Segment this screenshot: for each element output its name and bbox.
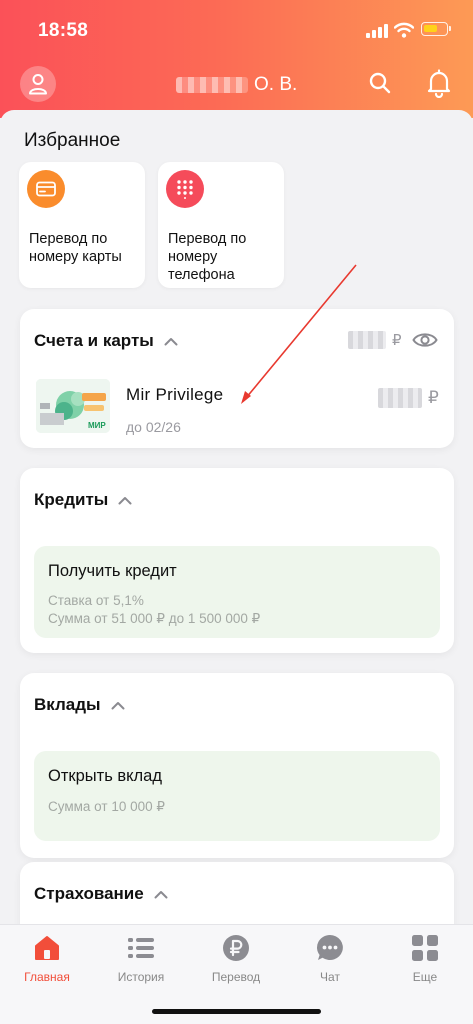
tab-label: Еще [412,970,438,984]
tab-transfer[interactable]: Перевод [196,933,276,987]
tab-history[interactable]: История [101,933,181,987]
chat-icon [317,935,343,960]
search-icon[interactable] [367,70,393,96]
grid-icon [412,935,438,961]
cellular-signal-icon [366,24,388,38]
offer-rate: Ставка от 5,1% [48,593,144,608]
tab-label: Чат [320,970,340,984]
tab-chat[interactable]: Чат [290,933,370,987]
insurance-panel: Страхование [20,862,454,924]
tab-home[interactable]: Главная [7,933,87,987]
annotation-arrow [241,264,357,404]
wifi-icon [394,22,414,38]
status-bar: 18:58 [0,0,473,58]
credits-title: Кредиты [34,490,109,509]
app-header: 18:58 О. В. [0,0,473,118]
offer-title: Получить кредит [48,562,177,580]
battery-icon [421,22,451,36]
deposits-header[interactable]: Вклады [34,695,125,715]
tab-label: История [117,970,165,984]
user-initials: О. В. [254,74,298,95]
home-indicator [152,1009,321,1014]
user-icon [29,74,47,95]
hidden-surname [176,77,248,93]
credits-panel: Кредиты Получить кредит Ставка от 5,1% С… [20,468,454,653]
user-name: О. В. [176,74,297,96]
tab-label: Перевод [211,970,261,984]
deposits-title: Вклады [34,695,101,714]
credits-header[interactable]: Кредиты [34,490,132,510]
chevron-up-icon [154,890,168,898]
offer-title: Открыть вклад [48,767,162,785]
deposits-panel: Вклады Открыть вклад Сумма от 10 000 ₽ [20,673,454,858]
main-content: Избранное Перевод по номеру карты Перево… [0,110,473,924]
home-icon [35,936,59,960]
status-time: 18:58 [38,20,89,41]
ruble-icon [223,935,249,961]
profile-button[interactable] [20,66,56,102]
open-deposit-offer[interactable]: Открыть вклад Сумма от 10 000 ₽ [34,751,440,841]
offer-amount: Сумма от 10 000 ₽ [48,799,165,814]
chevron-up-icon [118,496,132,504]
tab-more[interactable]: Еще [385,933,465,987]
get-credit-offer[interactable]: Получить кредит Ставка от 5,1% Сумма от … [34,546,440,638]
tab-label: Главная [24,970,70,984]
history-list-icon [128,938,154,958]
insurance-title: Страхование [34,884,144,903]
chevron-up-icon [111,701,125,709]
offer-amount: Сумма от 51 000 ₽ до 1 500 000 ₽ [48,611,261,626]
notification-bell-icon[interactable] [425,68,453,98]
insurance-header[interactable]: Страхование [34,884,168,904]
